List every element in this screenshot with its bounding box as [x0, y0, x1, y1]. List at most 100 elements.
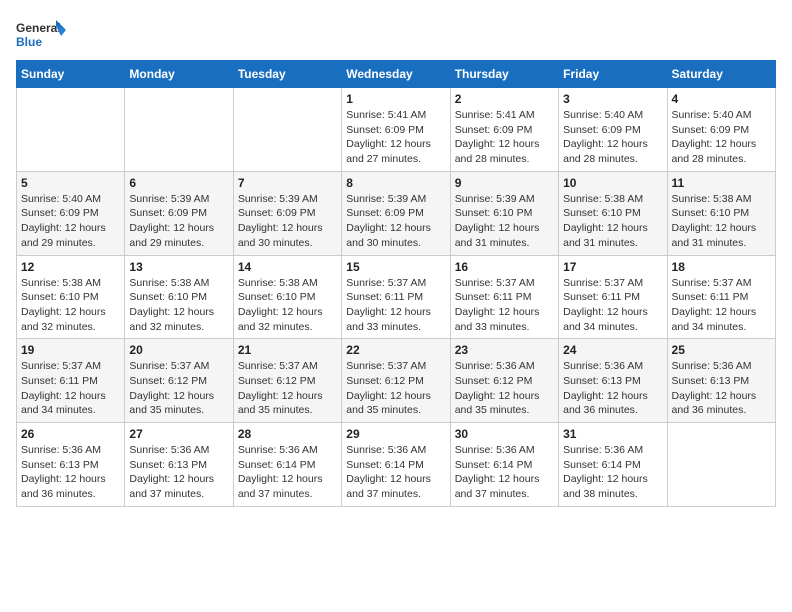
day-number: 25 [672, 343, 771, 357]
day-number: 3 [563, 92, 662, 106]
day-info: Sunrise: 5:38 AM Sunset: 6:10 PM Dayligh… [21, 276, 120, 335]
day-cell: 13 Sunrise: 5:38 AM Sunset: 6:10 PM Dayli… [125, 255, 233, 339]
day-number: 26 [21, 427, 120, 441]
day-info: Sunrise: 5:36 AM Sunset: 6:14 PM Dayligh… [563, 443, 662, 502]
day-cell: 20 Sunrise: 5:37 AM Sunset: 6:12 PM Dayli… [125, 339, 233, 423]
day-cell [125, 88, 233, 172]
day-cell: 14 Sunrise: 5:38 AM Sunset: 6:10 PM Dayli… [233, 255, 341, 339]
day-number: 11 [672, 176, 771, 190]
day-number: 20 [129, 343, 228, 357]
day-cell: 9Sunrise: 5:39 AM Sunset: 6:10 PM Daylig… [450, 171, 558, 255]
day-info: Sunrise: 5:39 AM Sunset: 6:09 PM Dayligh… [346, 192, 445, 251]
day-info: Sunrise: 5:36 AM Sunset: 6:13 PM Dayligh… [563, 359, 662, 418]
day-info: Sunrise: 5:38 AM Sunset: 6:10 PM Dayligh… [672, 192, 771, 251]
day-cell: 11 Sunrise: 5:38 AM Sunset: 6:10 PM Dayli… [667, 171, 775, 255]
day-info: Sunrise: 5:36 AM Sunset: 6:14 PM Dayligh… [346, 443, 445, 502]
day-number: 24 [563, 343, 662, 357]
day-info: Sunrise: 5:37 AM Sunset: 6:12 PM Dayligh… [346, 359, 445, 418]
day-cell: 7 Sunrise: 5:39 AM Sunset: 6:09 PM Daylig… [233, 171, 341, 255]
day-number: 15 [346, 260, 445, 274]
calendar-body: 1Sunrise: 5:41 AM Sunset: 6:09 PM Daylig… [17, 88, 776, 507]
day-info: Sunrise: 5:37 AM Sunset: 6:11 PM Dayligh… [21, 359, 120, 418]
header-cell-friday: Friday [559, 61, 667, 88]
day-cell: 19 Sunrise: 5:37 AM Sunset: 6:11 PM Dayli… [17, 339, 125, 423]
week-row-4: 19 Sunrise: 5:37 AM Sunset: 6:11 PM Dayli… [17, 339, 776, 423]
day-info: Sunrise: 5:39 AM Sunset: 6:09 PM Dayligh… [238, 192, 337, 251]
svg-text:Blue: Blue [16, 35, 42, 49]
day-cell: 8 Sunrise: 5:39 AM Sunset: 6:09 PM Daylig… [342, 171, 450, 255]
day-number: 13 [129, 260, 228, 274]
day-cell: 3 Sunrise: 5:40 AM Sunset: 6:09 PM Daylig… [559, 88, 667, 172]
day-info: Sunrise: 5:37 AM Sunset: 6:12 PM Dayligh… [238, 359, 337, 418]
header-cell-tuesday: Tuesday [233, 61, 341, 88]
day-number: 27 [129, 427, 228, 441]
day-info: Sunrise: 5:36 AM Sunset: 6:13 PM Dayligh… [21, 443, 120, 502]
day-cell: 24 Sunrise: 5:36 AM Sunset: 6:13 PM Dayli… [559, 339, 667, 423]
day-info: Sunrise: 5:36 AM Sunset: 6:13 PM Dayligh… [672, 359, 771, 418]
day-info: Sunrise: 5:36 AM Sunset: 6:14 PM Dayligh… [238, 443, 337, 502]
day-number: 14 [238, 260, 337, 274]
day-cell: 22 Sunrise: 5:37 AM Sunset: 6:12 PM Dayli… [342, 339, 450, 423]
day-number: 23 [455, 343, 554, 357]
day-cell [17, 88, 125, 172]
day-info: Sunrise: 5:36 AM Sunset: 6:13 PM Dayligh… [129, 443, 228, 502]
day-number: 18 [672, 260, 771, 274]
header-cell-saturday: Saturday [667, 61, 775, 88]
day-cell: 27 Sunrise: 5:36 AM Sunset: 6:13 PM Dayli… [125, 423, 233, 507]
svg-text:General: General [16, 21, 61, 35]
day-number: 2 [455, 92, 554, 106]
day-cell: 28 Sunrise: 5:36 AM Sunset: 6:14 PM Dayli… [233, 423, 341, 507]
day-cell: 29 Sunrise: 5:36 AM Sunset: 6:14 PM Dayli… [342, 423, 450, 507]
day-number: 10 [563, 176, 662, 190]
week-row-2: 5 Sunrise: 5:40 AM Sunset: 6:09 PM Daylig… [17, 171, 776, 255]
day-number: 7 [238, 176, 337, 190]
day-info: Sunrise: 5:38 AM Sunset: 6:10 PM Dayligh… [238, 276, 337, 335]
day-cell: 15 Sunrise: 5:37 AM Sunset: 6:11 PM Dayli… [342, 255, 450, 339]
page-header: General Blue [16, 16, 776, 54]
logo: General Blue [16, 16, 66, 54]
day-number: 16 [455, 260, 554, 274]
day-cell: 31 Sunrise: 5:36 AM Sunset: 6:14 PM Dayli… [559, 423, 667, 507]
day-cell: 10 Sunrise: 5:38 AM Sunset: 6:10 PM Dayli… [559, 171, 667, 255]
day-info: Sunrise: 5:38 AM Sunset: 6:10 PM Dayligh… [129, 276, 228, 335]
day-cell: 1Sunrise: 5:41 AM Sunset: 6:09 PM Daylig… [342, 88, 450, 172]
day-cell [667, 423, 775, 507]
day-number: 8 [346, 176, 445, 190]
day-cell: 2Sunrise: 5:41 AM Sunset: 6:09 PM Daylig… [450, 88, 558, 172]
day-number: 9 [455, 176, 554, 190]
day-number: 31 [563, 427, 662, 441]
day-info: Sunrise: 5:37 AM Sunset: 6:11 PM Dayligh… [346, 276, 445, 335]
day-info: Sunrise: 5:37 AM Sunset: 6:11 PM Dayligh… [563, 276, 662, 335]
day-info: Sunrise: 5:37 AM Sunset: 6:12 PM Dayligh… [129, 359, 228, 418]
calendar-header: SundayMondayTuesdayWednesdayThursdayFrid… [17, 61, 776, 88]
day-number: 1 [346, 92, 445, 106]
logo-svg: General Blue [16, 16, 66, 54]
day-info: Sunrise: 5:36 AM Sunset: 6:12 PM Dayligh… [455, 359, 554, 418]
day-number: 12 [21, 260, 120, 274]
header-cell-thursday: Thursday [450, 61, 558, 88]
day-info: Sunrise: 5:40 AM Sunset: 6:09 PM Dayligh… [21, 192, 120, 251]
week-row-1: 1Sunrise: 5:41 AM Sunset: 6:09 PM Daylig… [17, 88, 776, 172]
day-cell: 26 Sunrise: 5:36 AM Sunset: 6:13 PM Dayli… [17, 423, 125, 507]
day-info: Sunrise: 5:37 AM Sunset: 6:11 PM Dayligh… [455, 276, 554, 335]
day-cell: 4Sunrise: 5:40 AM Sunset: 6:09 PM Daylig… [667, 88, 775, 172]
day-cell: 16 Sunrise: 5:37 AM Sunset: 6:11 PM Dayli… [450, 255, 558, 339]
day-info: Sunrise: 5:36 AM Sunset: 6:14 PM Dayligh… [455, 443, 554, 502]
day-cell: 30Sunrise: 5:36 AM Sunset: 6:14 PM Dayli… [450, 423, 558, 507]
day-info: Sunrise: 5:40 AM Sunset: 6:09 PM Dayligh… [672, 108, 771, 167]
day-number: 22 [346, 343, 445, 357]
day-number: 28 [238, 427, 337, 441]
day-number: 17 [563, 260, 662, 274]
day-info: Sunrise: 5:39 AM Sunset: 6:09 PM Dayligh… [129, 192, 228, 251]
day-number: 29 [346, 427, 445, 441]
day-cell: 23 Sunrise: 5:36 AM Sunset: 6:12 PM Dayli… [450, 339, 558, 423]
day-info: Sunrise: 5:38 AM Sunset: 6:10 PM Dayligh… [563, 192, 662, 251]
day-number: 5 [21, 176, 120, 190]
header-cell-wednesday: Wednesday [342, 61, 450, 88]
day-number: 19 [21, 343, 120, 357]
day-cell [233, 88, 341, 172]
calendar-table: SundayMondayTuesdayWednesdayThursdayFrid… [16, 60, 776, 507]
day-number: 21 [238, 343, 337, 357]
day-info: Sunrise: 5:40 AM Sunset: 6:09 PM Dayligh… [563, 108, 662, 167]
header-cell-monday: Monday [125, 61, 233, 88]
